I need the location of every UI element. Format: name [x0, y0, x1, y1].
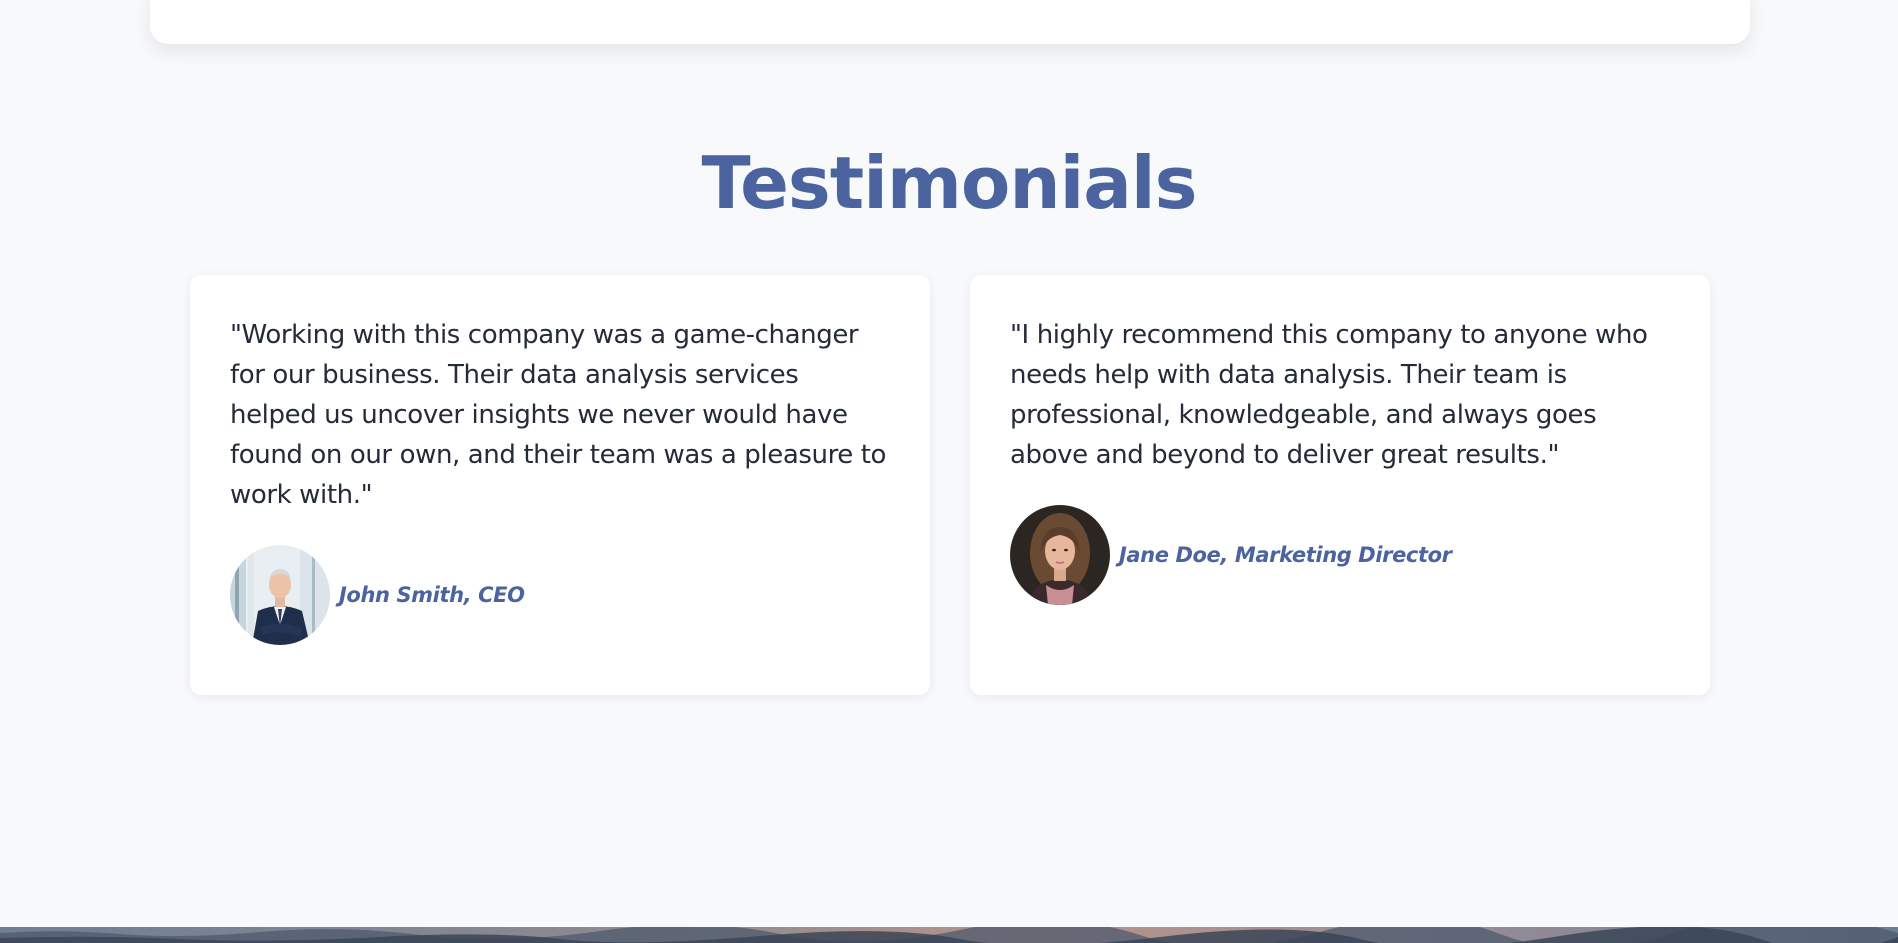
- previous-section-card: [150, 0, 1750, 44]
- avatar: [1010, 505, 1110, 605]
- testimonial-quote: "Working with this company was a game-ch…: [230, 320, 887, 510]
- section-title: Testimonials: [701, 141, 1198, 225]
- testimonial-author: Jane Doe, Marketing Director: [1010, 505, 1670, 605]
- woman-portrait-avatar-image: [1010, 505, 1110, 605]
- testimonial-quote: "I highly recommend this company to anyo…: [1010, 320, 1648, 470]
- testimonial-author: John Smith, CEO: [230, 545, 890, 645]
- testimonial-card: "I highly recommend this company to anyo…: [970, 275, 1710, 695]
- footer-banner-image: [0, 927, 1898, 943]
- avatar: [230, 545, 330, 645]
- mountain-landscape-image: [0, 927, 1898, 943]
- testimonial-card: "Working with this company was a game-ch…: [190, 275, 930, 695]
- man-in-suit-avatar-image: [230, 545, 330, 645]
- author-name: Jane Doe, Marketing Director: [1119, 543, 1452, 567]
- author-name: John Smith, CEO: [339, 583, 525, 607]
